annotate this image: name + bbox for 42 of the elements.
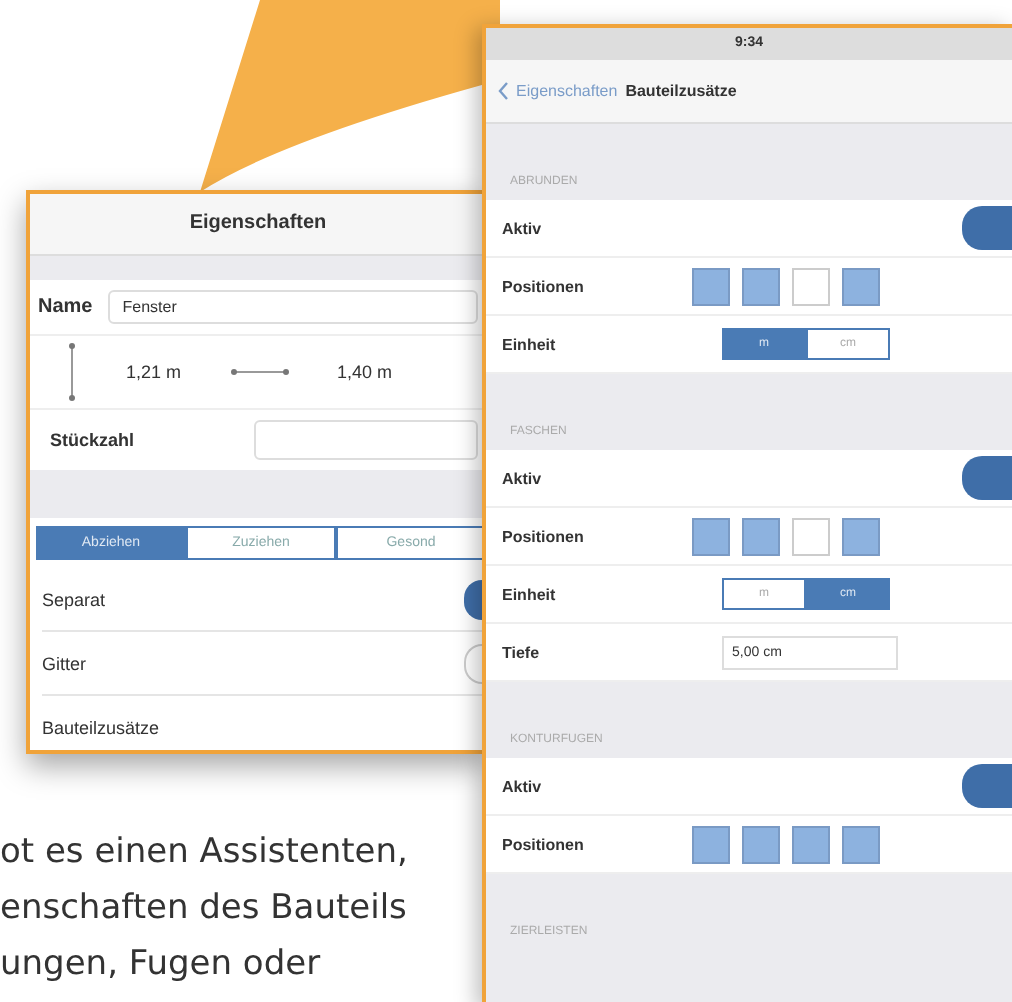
row-label: Positionen xyxy=(502,835,586,853)
position-toggle[interactable] xyxy=(742,825,780,863)
field-label: Stückzahl xyxy=(50,430,135,450)
height-dimension-icon xyxy=(66,342,78,402)
width-value: 1,40 m xyxy=(337,362,393,382)
row-label: Positionen xyxy=(502,527,586,545)
row-label: Tiefe xyxy=(502,643,542,661)
body-text: enschaften des Bauteils xyxy=(0,886,408,932)
width-dimension-icon xyxy=(229,366,290,378)
toggle-switch[interactable] xyxy=(962,764,1012,808)
position-toggle[interactable] xyxy=(692,267,730,305)
row-label: Separat xyxy=(42,589,106,609)
count-field[interactable] xyxy=(254,420,478,460)
position-toggle[interactable] xyxy=(742,517,780,555)
row-label: Einheit xyxy=(502,335,558,353)
screen-title: Bauteilzusätze xyxy=(625,82,737,100)
position-toggle[interactable] xyxy=(742,267,780,305)
row-label: Aktiv xyxy=(502,469,544,487)
position-toggle[interactable] xyxy=(792,825,830,863)
back-link[interactable]: Eigenschaften xyxy=(516,82,618,100)
row-label: Einheit xyxy=(502,585,558,603)
position-toggle[interactable] xyxy=(842,267,880,305)
position-toggle[interactable] xyxy=(692,825,730,863)
position-toggle[interactable] xyxy=(842,517,880,555)
field-label: Name xyxy=(38,296,93,318)
screen-title: Eigenschaften xyxy=(30,194,486,256)
row-label: Gitter xyxy=(42,653,87,673)
height-value: 1,21 m xyxy=(126,362,182,382)
row-label: Positionen xyxy=(502,277,586,295)
name-field[interactable]: Fenster xyxy=(108,290,478,324)
position-toggle[interactable] xyxy=(842,825,880,863)
position-toggle[interactable] xyxy=(792,517,830,555)
body-text: ungen, Fugen oder xyxy=(0,942,323,988)
position-toggle[interactable] xyxy=(692,517,730,555)
toggle-switch[interactable] xyxy=(962,206,1012,250)
position-toggle[interactable] xyxy=(792,267,830,305)
row-label: Aktiv xyxy=(502,777,544,795)
toggle-switch[interactable] xyxy=(962,456,1012,500)
row-label: Bauteilzusätze xyxy=(42,717,160,737)
body-text: ot es einen Assistenten, xyxy=(0,830,408,876)
back-chevron-icon[interactable] xyxy=(498,82,508,100)
row-label: Aktiv xyxy=(502,219,544,237)
